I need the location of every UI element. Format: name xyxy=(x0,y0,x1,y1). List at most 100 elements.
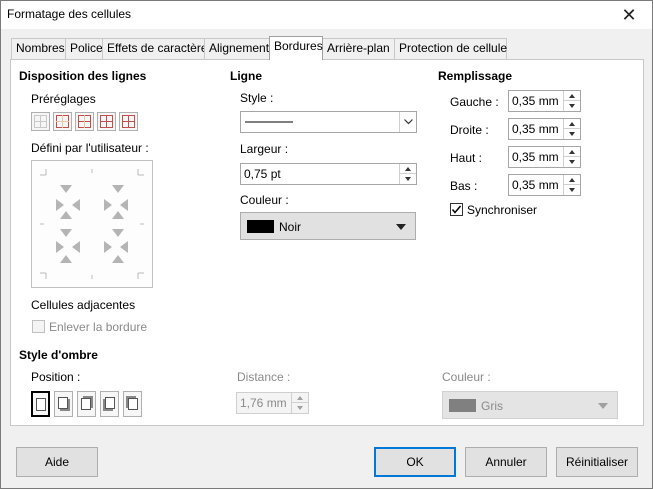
arrow-down-icon xyxy=(569,132,575,136)
tab-protection-cellule[interactable]: Protection de cellule xyxy=(394,38,507,59)
preset-outer-icon xyxy=(56,115,69,128)
line-width-spinbox[interactable]: 0,75 pt xyxy=(240,163,417,185)
preset-outer-border-button[interactable] xyxy=(53,112,72,131)
padding-left-value[interactable]: 0,35 mm xyxy=(512,94,559,108)
padding-bottom-spin-buttons xyxy=(563,175,580,195)
shadow-distance-spin-buttons xyxy=(291,393,308,413)
line-width-increase-button[interactable] xyxy=(400,164,416,174)
padding-left-label: Gauche : xyxy=(450,95,499,109)
shadow-bottom-right-button[interactable] xyxy=(54,391,73,417)
padding-top-spinbox[interactable]: 0,35 mm xyxy=(508,146,581,168)
section-shadow-title: Style d'ombre xyxy=(19,348,98,362)
padding-left-spinbox[interactable]: 0,35 mm xyxy=(508,90,581,112)
tab-effets-caractere[interactable]: Effets de caractère xyxy=(102,38,208,59)
preset-outer-inner-button[interactable] xyxy=(119,112,138,131)
padding-bottom-spinbox[interactable]: 0,35 mm xyxy=(508,174,581,196)
line-color-label: Couleur : xyxy=(240,193,289,207)
preset-outer-horizontal-icon xyxy=(78,115,91,128)
shadow-distance-value[interactable]: 1,76 mm xyxy=(240,396,287,410)
line-style-dropdown-button[interactable] xyxy=(399,112,416,132)
remove-border-label: Enlever la bordure xyxy=(49,320,148,334)
shadow-top-right-button[interactable] xyxy=(77,391,96,417)
tab-alignement[interactable]: Alignement xyxy=(204,38,270,59)
window-title: Formatage des cellules xyxy=(7,7,132,21)
padding-top-value[interactable]: 0,35 mm xyxy=(512,150,559,164)
shadow-distance-decrease-button[interactable] xyxy=(292,403,308,413)
shadow-distance-label: Distance : xyxy=(237,370,291,384)
section-disposition-title: Disposition des lignes xyxy=(19,69,147,83)
arrow-down-icon xyxy=(405,177,411,181)
shadow-bottom-left-button[interactable] xyxy=(100,391,119,417)
line-style-label: Style : xyxy=(240,91,274,105)
padding-bottom-value[interactable]: 0,35 mm xyxy=(512,178,559,192)
dialog-window: Formatage des cellules ✕ Nombres Police … xyxy=(0,0,653,489)
padding-left-spin-buttons xyxy=(563,91,580,111)
padding-top-spin-buttons xyxy=(563,147,580,167)
padding-right-increase-button[interactable] xyxy=(564,119,580,129)
padding-right-decrease-button[interactable] xyxy=(564,129,580,139)
padding-bottom-increase-button[interactable] xyxy=(564,175,580,185)
line-color-name: Noir xyxy=(279,220,302,234)
padding-bottom-label: Bas : xyxy=(450,179,478,193)
shadow-bottom-right-icon xyxy=(58,397,70,411)
shadow-none-icon xyxy=(36,398,46,411)
arrow-down-icon xyxy=(569,160,575,164)
line-width-decrease-button[interactable] xyxy=(400,174,416,184)
preset-none-icon xyxy=(34,115,47,128)
shadow-color-label: Couleur : xyxy=(442,370,491,384)
border-preview-arrows-icon xyxy=(40,169,144,279)
close-icon: ✕ xyxy=(621,4,637,25)
reset-button[interactable]: Réinitialiser xyxy=(556,447,638,477)
preset-all-borders-button[interactable] xyxy=(97,112,116,131)
ok-button[interactable]: OK xyxy=(374,447,456,477)
synchronize-label: Synchroniser xyxy=(467,203,538,217)
arrow-down-icon xyxy=(569,188,575,192)
padding-bottom-decrease-button[interactable] xyxy=(564,185,580,195)
padding-right-value[interactable]: 0,35 mm xyxy=(512,122,559,136)
arrow-up-icon xyxy=(569,93,575,98)
padding-right-spinbox[interactable]: 0,35 mm xyxy=(508,118,581,140)
shadow-top-left-button[interactable] xyxy=(123,391,142,417)
shadow-distance-increase-button[interactable] xyxy=(292,393,308,403)
arrow-up-icon xyxy=(405,166,411,171)
synchronize-checkbox[interactable] xyxy=(450,203,463,216)
user-defined-border-area[interactable] xyxy=(31,160,153,288)
shadow-distance-spinbox[interactable]: 1,76 mm xyxy=(236,392,309,414)
line-color-button[interactable]: Noir xyxy=(240,212,416,240)
line-color-swatch xyxy=(247,220,274,233)
user-defined-label: Défini par l'utilisateur : xyxy=(31,141,149,155)
help-button[interactable]: Aide xyxy=(16,447,98,477)
padding-top-decrease-button[interactable] xyxy=(564,157,580,167)
cancel-button[interactable]: Annuler xyxy=(465,447,547,477)
arrow-up-icon xyxy=(569,177,575,182)
shadow-top-right-icon xyxy=(81,396,93,410)
remove-border-checkbox[interactable] xyxy=(32,320,45,333)
tab-police[interactable]: Police xyxy=(65,38,103,59)
line-width-label: Largeur : xyxy=(240,142,289,156)
padding-top-increase-button[interactable] xyxy=(564,147,580,157)
shadow-color-button[interactable]: Gris xyxy=(442,391,618,419)
section-remplissage-title: Remplissage xyxy=(438,69,513,83)
shadow-bottom-left-icon xyxy=(103,397,115,411)
close-button[interactable]: ✕ xyxy=(606,1,652,29)
caret-down-icon xyxy=(598,403,608,409)
caret-down-icon xyxy=(396,224,406,230)
preset-outer-horizontal-button[interactable] xyxy=(75,112,94,131)
padding-left-increase-button[interactable] xyxy=(564,91,580,101)
shadow-none-button[interactable] xyxy=(31,391,50,417)
checkmark-icon xyxy=(451,205,462,214)
padding-top-label: Haut : xyxy=(450,151,483,165)
padding-left-decrease-button[interactable] xyxy=(564,101,580,111)
preset-outer-inner-icon xyxy=(122,115,135,128)
tab-arriere-plan[interactable]: Arrière-plan xyxy=(322,38,395,59)
tab-bordures[interactable]: Bordures xyxy=(269,36,323,60)
preset-no-borders-button[interactable] xyxy=(31,112,50,131)
shadow-color-swatch xyxy=(449,399,476,412)
tab-nombres[interactable]: Nombres xyxy=(11,38,66,59)
line-width-value[interactable]: 0,75 pt xyxy=(244,167,281,181)
line-style-select[interactable] xyxy=(240,111,417,133)
presets-label: Préréglages xyxy=(31,92,96,106)
shadow-color-name: Gris xyxy=(481,399,503,413)
arrow-up-icon xyxy=(569,121,575,126)
adjacent-cells-label: Cellules adjacentes xyxy=(31,298,136,312)
